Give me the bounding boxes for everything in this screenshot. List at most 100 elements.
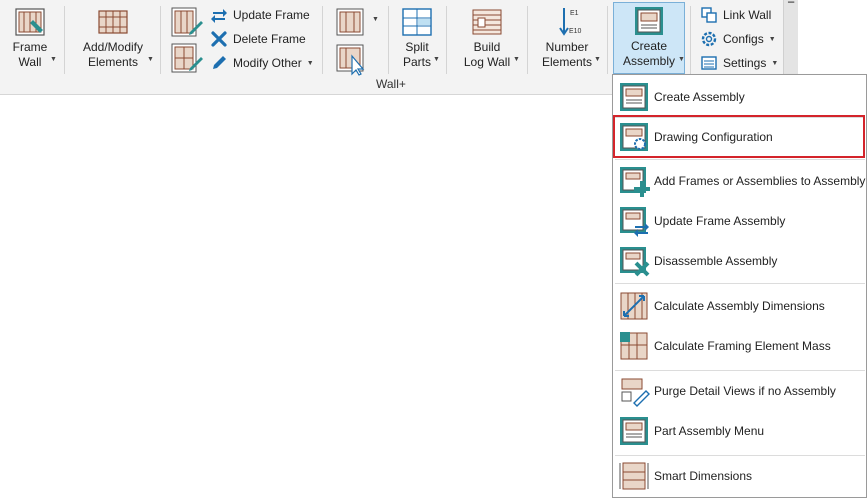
create-assembly-button[interactable]: Create Assembly	[613, 2, 685, 74]
add-modify-elements-button[interactable]: Add/Modify Elements	[76, 4, 150, 74]
add-modify-caret-icon[interactable]: ▼	[147, 56, 154, 63]
edit-frame-2-icon[interactable]	[170, 42, 204, 76]
frame-wall-label-2: Wall	[18, 55, 42, 69]
configs-caret-icon: ▼	[768, 35, 776, 43]
create-assembly-icon	[635, 7, 663, 35]
menu-item-label: Calculate Framing Element Mass	[654, 339, 831, 353]
menu-item-part-assembly-menu[interactable]: Part Assembly Menu	[615, 413, 865, 449]
number-elements-icon: E1 E10	[559, 8, 582, 36]
menu-item-purge-detail-views[interactable]: Purge Detail Views if no Assembly	[615, 373, 865, 409]
settings-icon	[701, 56, 717, 70]
menu-separator	[615, 455, 865, 456]
split-parts-caret-icon[interactable]: ▼	[433, 56, 440, 63]
menu-separator	[615, 370, 865, 371]
update-frame-icon	[211, 9, 227, 23]
purge-detail-views-icon	[621, 378, 650, 407]
ribbon-separator	[690, 6, 691, 74]
drawing-configuration-highlight	[613, 115, 865, 158]
e10-text: E10	[569, 28, 582, 35]
ribbon-separator	[388, 6, 389, 74]
build-log-wall-button[interactable]: Build Log Wall	[458, 4, 516, 74]
log-wall-icon	[472, 9, 502, 35]
frame-wall-icon	[15, 8, 45, 36]
menu-separator	[615, 283, 865, 284]
build-log-wall-label: Build	[473, 40, 501, 54]
create-assembly-icon	[620, 83, 648, 111]
update-frame-assembly-icon	[620, 207, 649, 237]
frame-options-icon[interactable]	[334, 6, 368, 40]
split-parts-label: Split	[405, 40, 429, 54]
number-elements-caret-icon[interactable]: ▼	[594, 56, 601, 63]
link-wall-label: Link Wall	[723, 8, 772, 22]
menu-item-label: Create Assembly	[654, 90, 745, 104]
delete-frame-label: Delete Frame	[233, 32, 306, 46]
update-frame-label: Update Frame	[233, 8, 310, 22]
ribbon-separator	[64, 6, 65, 74]
calculate-dimensions-icon	[620, 292, 648, 320]
modify-other-button[interactable]: Modify Other ▼	[210, 52, 314, 74]
update-frame-button[interactable]: Update Frame	[210, 4, 310, 26]
split-parts-icon	[402, 8, 432, 36]
frame-wall-caret-icon[interactable]: ▼	[50, 56, 57, 63]
menu-item-smart-dimensions[interactable]: Smart Dimensions	[615, 458, 865, 494]
frame-options-caret-icon[interactable]: ▼	[372, 16, 379, 23]
number-elements-label: Number	[545, 40, 589, 54]
select-frame-icon[interactable]	[334, 42, 368, 76]
ribbon-separator	[160, 6, 161, 74]
menu-separator	[615, 159, 865, 160]
modify-other-label: Modify Other	[233, 56, 302, 70]
frame-wall-button[interactable]: Frame Wall	[6, 4, 54, 74]
create-assembly-caret-icon[interactable]: ▼	[678, 56, 685, 63]
create-assembly-label-2: Assembly	[622, 54, 675, 68]
delete-frame-button[interactable]: Delete Frame	[210, 28, 306, 50]
create-assembly-label: Create	[630, 39, 668, 53]
add-modify-label: Add/Modify	[82, 40, 144, 54]
build-log-wall-caret-icon[interactable]: ▼	[513, 56, 520, 63]
configs-button[interactable]: Configs ▼	[700, 28, 776, 50]
menu-item-calculate-dimensions[interactable]: Calculate Assembly Dimensions	[615, 288, 865, 324]
ribbon-separator	[607, 6, 608, 74]
split-parts-label-2: Parts	[402, 55, 431, 69]
edit-frame-icon[interactable]	[170, 6, 204, 40]
menu-item-create-assembly[interactable]: Create Assembly	[615, 79, 865, 115]
disassemble-assembly-icon	[620, 247, 650, 277]
smart-dimensions-icon	[619, 462, 649, 490]
menu-item-add-frames[interactable]: Add Frames or Assemblies to Assembly	[615, 163, 865, 199]
menu-item-label: Disassemble Assembly	[654, 254, 778, 268]
collapse-ribbon-icon[interactable]: ▔	[788, 2, 794, 11]
ribbon-separator	[527, 6, 528, 74]
menu-item-label: Smart Dimensions	[654, 469, 753, 483]
pencil-icon	[213, 56, 226, 69]
modify-other-caret-icon: ▼	[306, 59, 314, 67]
ribbon-separator	[446, 6, 447, 74]
menu-item-label: Calculate Assembly Dimensions	[654, 299, 825, 313]
menu-item-update-frame-assembly[interactable]: Update Frame Assembly	[615, 203, 865, 239]
panel-label: Wall+	[376, 77, 406, 91]
ribbon-separator	[322, 6, 323, 74]
number-elements-label-2: Elements	[541, 55, 593, 69]
menu-item-disassemble-assembly[interactable]: Disassemble Assembly	[615, 243, 865, 279]
menu-item-label: Add Frames or Assemblies to Assembly	[654, 174, 866, 188]
menu-item-calculate-mass[interactable]: Calculate Framing Element Mass	[615, 328, 865, 364]
add-modify-label-2: Elements	[87, 55, 139, 69]
menu-item-label: Update Frame Assembly	[654, 214, 786, 228]
add-frames-icon	[620, 167, 650, 197]
e1-text: E1	[570, 10, 579, 17]
link-wall-button[interactable]: Link Wall	[700, 4, 771, 26]
split-parts-button[interactable]: Split Parts	[396, 4, 438, 74]
configs-label: Configs	[723, 32, 764, 46]
delete-frame-icon	[211, 31, 227, 47]
add-modify-elements-icon	[98, 10, 128, 34]
number-elements-button[interactable]: E1 E10 Number Elements	[537, 4, 597, 74]
part-assembly-menu-icon	[620, 417, 648, 445]
settings-label: Settings	[723, 56, 767, 70]
settings-button[interactable]: Settings ▼	[700, 52, 778, 74]
settings-caret-icon: ▼	[771, 59, 779, 67]
link-wall-icon	[701, 7, 717, 23]
menu-item-label: Part Assembly Menu	[654, 424, 765, 438]
calculate-mass-icon	[620, 332, 648, 360]
build-log-wall-label-2: Log Wall	[463, 55, 511, 69]
frame-wall-label: Frame	[12, 40, 48, 54]
gear-icon	[701, 31, 717, 47]
menu-item-label: Purge Detail Views if no Assembly	[654, 384, 836, 398]
